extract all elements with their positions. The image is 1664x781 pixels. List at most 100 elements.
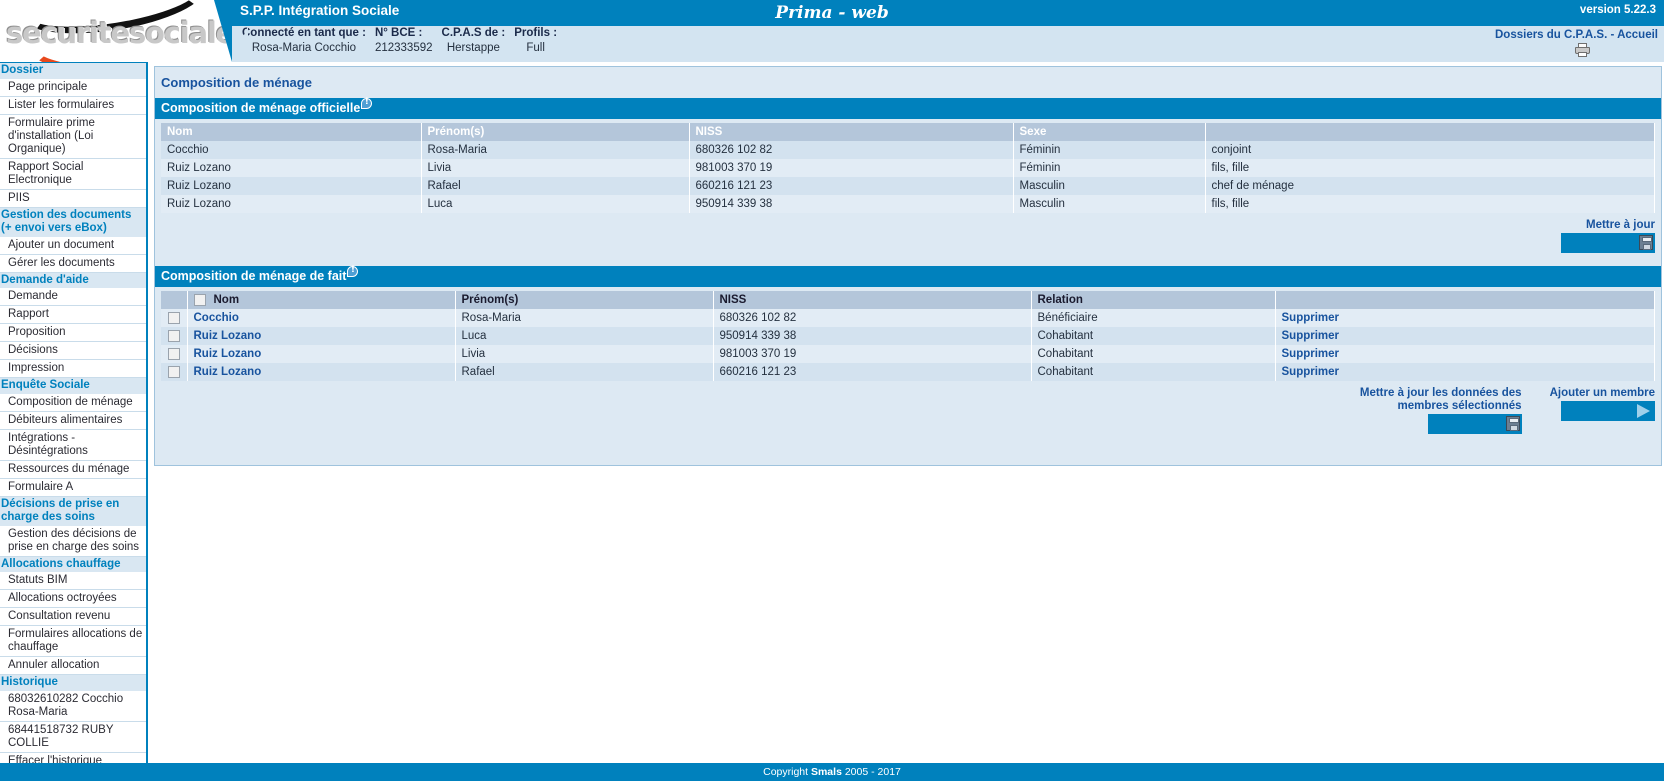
- info-icon[interactable]: !: [361, 97, 373, 110]
- cell-prenom: Livia: [421, 159, 690, 177]
- sidebar-item-allocations-octroyees[interactable]: Allocations octroyées: [0, 590, 146, 608]
- save-icon-label: [1642, 237, 1652, 242]
- defacto-col-prenom[interactable]: Prénom(s): [455, 291, 714, 310]
- sidebar-item-historique-entry-2[interactable]: 68441518732 RUBY COLLIE: [0, 721, 146, 753]
- defacto-col-niss[interactable]: NISS: [713, 291, 1032, 310]
- sidebar-item-debiteurs-alimentaires[interactable]: Débiteurs alimentaires: [0, 411, 146, 430]
- cell-relation: Cohabitant: [1031, 345, 1276, 364]
- user-value-cpas: Herstappe: [446, 42, 500, 54]
- printer-icon[interactable]: [1575, 43, 1590, 57]
- user-value-bce: 212333592: [374, 42, 433, 54]
- sidebar-item-lister-les-formulaires[interactable]: Lister les formulaires: [0, 96, 146, 115]
- delete-link[interactable]: Supprimer: [1282, 366, 1340, 378]
- cell-sexe: Féminin: [1013, 141, 1206, 159]
- defacto-table-wrap: Nom Prénom(s) NISS Relation Cocchio Rosa…: [155, 287, 1661, 382]
- delete-link[interactable]: Supprimer: [1282, 312, 1340, 324]
- sidebar-item-composition-de-menage[interactable]: Composition de ménage: [0, 393, 146, 412]
- sidebar-group-historique[interactable]: Historique: [0, 675, 146, 691]
- member-link[interactable]: Ruiz Lozano: [194, 330, 262, 342]
- page-body: Dossier Page principale Lister les formu…: [0, 62, 1664, 773]
- row-checkbox[interactable]: [167, 330, 180, 343]
- sidebar-item-page-principale[interactable]: Page principale: [0, 78, 146, 97]
- delete-link[interactable]: Supprimer: [1282, 330, 1340, 342]
- user-info-labels-row: Connecté en tant que : N° BCE : C.P.A.S …: [242, 26, 566, 40]
- cell-niss: 981003 370 19: [689, 159, 1014, 177]
- sidebar-group-dossier[interactable]: Dossier: [0, 63, 146, 79]
- sidebar-item-integrations-desintegrations[interactable]: Intégrations - Désintégrations: [0, 429, 146, 461]
- sidebar-group-enquete-sociale[interactable]: Enquête Sociale: [0, 378, 146, 394]
- table-row: Ruiz Lozano Livia 981003 370 19 Féminin …: [161, 159, 1655, 177]
- sidebar-item-rapport[interactable]: Rapport: [0, 306, 146, 324]
- sidebar-item-annuler-allocation[interactable]: Annuler allocation: [0, 657, 146, 675]
- official-col-niss[interactable]: NISS: [689, 123, 1014, 141]
- sidebar-group-gestion-des-documents[interactable]: Gestion des documents (+ envoi vers eBox…: [0, 207, 146, 237]
- sidebar-item-formulaires-allocations-de-chauffage[interactable]: Formulaires allocations de chauffage: [0, 626, 146, 657]
- footer-copyright-prefix: Copyright: [763, 766, 811, 778]
- row-checkbox[interactable]: [167, 348, 180, 361]
- member-link[interactable]: Ruiz Lozano: [194, 348, 262, 360]
- select-all-checkbox[interactable]: [193, 294, 206, 306]
- cell-relation: chef de ménage: [1205, 177, 1655, 195]
- save-icon-shutter: [1643, 244, 1651, 250]
- logo[interactable]: securitesociale.be: [0, 0, 232, 62]
- breadcrumb-separator: -: [1607, 29, 1618, 41]
- table-row: Ruiz Lozano Rafael 660216 121 23 Masculi…: [161, 177, 1655, 195]
- row-checkbox[interactable]: [167, 312, 180, 325]
- sidebar-item-proposition[interactable]: Proposition: [0, 324, 146, 342]
- update-official-button[interactable]: [1561, 233, 1655, 253]
- official-col-nom[interactable]: Nom: [161, 123, 422, 141]
- official-col-sexe[interactable]: Sexe: [1013, 123, 1206, 141]
- defacto-table: Nom Prénom(s) NISS Relation Cocchio Rosa…: [161, 291, 1655, 382]
- official-col-prenom[interactable]: Prénom(s): [421, 123, 690, 141]
- defacto-col-relation[interactable]: Relation: [1031, 291, 1276, 310]
- print-button[interactable]: [1495, 43, 1590, 60]
- sidebar-item-consultation-revenu[interactable]: Consultation revenu: [0, 608, 146, 626]
- table-row: Ruiz Lozano Luca 950914 339 38 Cohabitan…: [161, 327, 1655, 346]
- sidebar-item-gestion-des-decisions-prise-en-charge[interactable]: Gestion des décisions de prise en charge…: [0, 525, 146, 557]
- sidebar-item-formulaire-prime-installation[interactable]: Formulaire prime d'installation (Loi Org…: [0, 114, 146, 159]
- cell-nom: Ruiz Lozano: [161, 195, 422, 213]
- defacto-col-actions: [1275, 291, 1655, 310]
- info-icon[interactable]: !: [347, 265, 359, 278]
- sidebar-group-allocations-chauffage[interactable]: Allocations chauffage: [0, 556, 146, 572]
- cell-action: Supprimer: [1275, 345, 1655, 364]
- cell-sexe: Masculin: [1013, 177, 1206, 195]
- sidebar-group-decisions-prise-en-charge-des-soins[interactable]: Décisions de prise en charge des soins: [0, 496, 146, 526]
- delete-link[interactable]: Supprimer: [1282, 348, 1340, 360]
- add-member-button[interactable]: [1561, 401, 1655, 422]
- sidebar-item-impression[interactable]: Impression: [0, 360, 146, 378]
- cell-nom: Cocchio: [187, 309, 456, 328]
- official-table: Nom Prénom(s) NISS Sexe Cocchio Rosa-Mar…: [161, 123, 1655, 213]
- sidebar-item-ajouter-un-document[interactable]: Ajouter un document: [0, 236, 146, 255]
- cell-niss: 680326 102 82: [689, 141, 1014, 159]
- sidebar-item-historique-entry-1[interactable]: 68032610282 Cocchio Rosa-Maria: [0, 690, 146, 722]
- user-label-profils: Profils :: [514, 27, 558, 39]
- official-table-wrap: Nom Prénom(s) NISS Sexe Cocchio Rosa-Mar…: [155, 119, 1661, 213]
- user-value-profils: Full: [526, 42, 545, 54]
- member-link[interactable]: Cocchio: [194, 312, 239, 324]
- sidebar-item-piis[interactable]: PIIS: [0, 189, 146, 208]
- cell-prenom: Livia: [455, 345, 714, 364]
- cell-nom: Ruiz Lozano: [161, 177, 422, 195]
- cell-nom: Ruiz Lozano: [187, 327, 456, 346]
- member-link[interactable]: Ruiz Lozano: [194, 366, 262, 378]
- cell-prenom: Rosa-Maria: [455, 309, 714, 328]
- update-official-action[interactable]: Mettre à jour: [1561, 219, 1655, 256]
- sidebar-item-rapport-social-electronique[interactable]: Rapport Social Electronique: [0, 158, 146, 190]
- update-selected-button[interactable]: [1427, 414, 1522, 435]
- sidebar-item-demande[interactable]: Demande: [0, 288, 146, 306]
- sidebar-item-gerer-les-documents[interactable]: Gérer les documents: [0, 254, 146, 273]
- sidebar-item-ressources-du-menage[interactable]: Ressources du ménage: [0, 460, 146, 479]
- section-title-official: Composition de ménage officielle: [161, 101, 361, 115]
- row-checkbox[interactable]: [167, 366, 180, 379]
- sidebar-item-decisions[interactable]: Décisions: [0, 342, 146, 360]
- sidebar-item-statuts-bim[interactable]: Statuts BIM: [0, 572, 146, 590]
- update-selected-action[interactable]: Mettre à jour les données des membres sé…: [1346, 387, 1522, 437]
- add-member-action[interactable]: Ajouter un membre: [1550, 387, 1655, 424]
- user-info-values-row: Rosa-Maria Cocchio 212333592 Herstappe F…: [242, 40, 566, 55]
- sidebar-group-demande-daide[interactable]: Demande d'aide: [0, 272, 146, 288]
- sidebar-item-formulaire-a[interactable]: Formulaire A: [0, 478, 146, 497]
- breadcrumb-link-dossiers[interactable]: Dossiers du C.P.A.S.: [1495, 29, 1607, 41]
- breadcrumb-link-accueil[interactable]: Accueil: [1617, 29, 1658, 41]
- defacto-col-nom[interactable]: Nom: [187, 291, 456, 310]
